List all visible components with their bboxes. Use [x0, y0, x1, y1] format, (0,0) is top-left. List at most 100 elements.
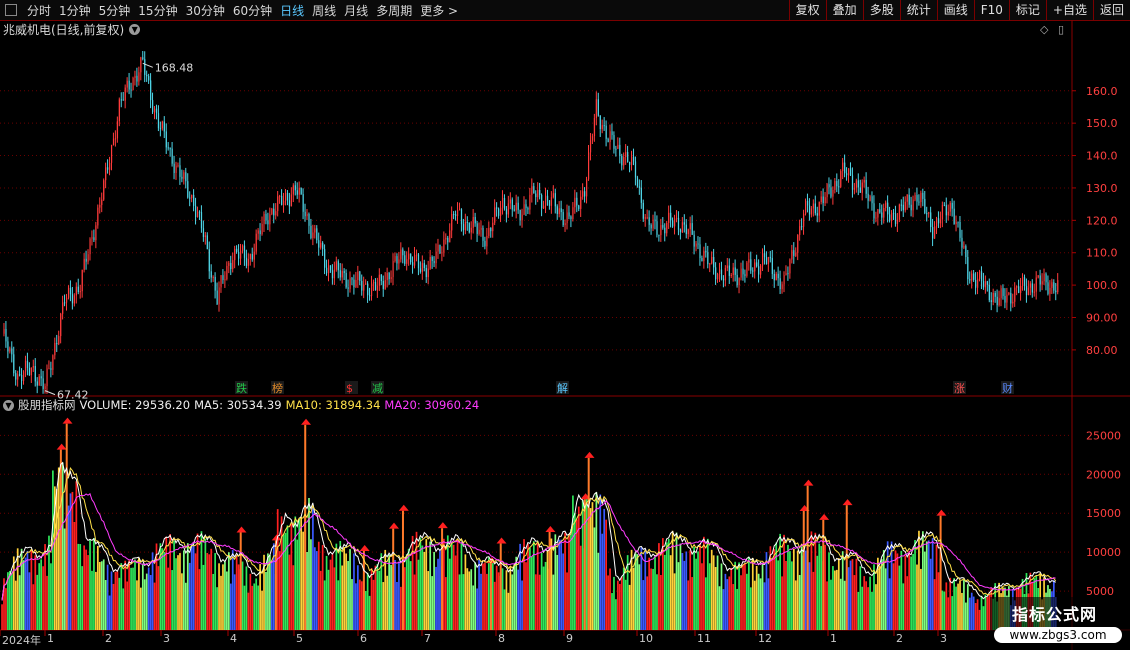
volume-bar [763, 582, 766, 630]
volume-bar [269, 554, 271, 630]
volume-spike [65, 423, 68, 630]
volume-bar [607, 575, 609, 630]
candle-body [928, 212, 930, 214]
volume-bar [689, 550, 692, 630]
volume-bar [544, 561, 547, 630]
candle-body [36, 381, 38, 386]
candle-body [865, 179, 867, 194]
volume-bar [218, 563, 220, 630]
candle-body [836, 181, 838, 187]
spike-arrow-icon [545, 525, 556, 532]
volume-bar [931, 538, 934, 630]
candle-body [969, 279, 971, 281]
candle-body [439, 244, 441, 254]
volume-bar [114, 571, 117, 630]
candle-body [417, 254, 420, 269]
volume-bar [91, 570, 93, 630]
volume-bar [509, 567, 512, 630]
candle-body [107, 167, 109, 170]
volume-bar [837, 558, 840, 630]
volume-bar [235, 556, 238, 630]
candle-body [662, 225, 664, 228]
watermark: 指标公式网 www.zbgs3.com [990, 597, 1130, 650]
candle-body [243, 245, 246, 258]
price-volume-chart[interactable]: 160.0 150.0 140.0 130.0 120.0 110.0 100.0 90.00… [0, 0, 1130, 650]
candle-body [722, 278, 725, 281]
volume-bar [597, 552, 600, 630]
candle-body [793, 250, 795, 256]
volume-bar [820, 546, 823, 630]
volume-bar [253, 583, 256, 630]
candle-body [550, 197, 553, 206]
volume-bar [292, 565, 295, 630]
volume-bar [124, 560, 127, 630]
candle-body [378, 274, 381, 286]
volume-bar [888, 578, 891, 630]
candle-body [967, 257, 969, 280]
candle-body [58, 336, 60, 345]
candle-body [163, 121, 165, 132]
candle-body [1033, 291, 1035, 293]
volume-bar [431, 576, 433, 630]
event-marker: 榜 [272, 381, 283, 395]
volume-spike [239, 532, 242, 630]
volume-bar [212, 573, 215, 630]
candle-body [347, 287, 349, 289]
candle-body [531, 186, 533, 195]
volume-spike [489, 563, 492, 630]
volume-bar [640, 547, 643, 630]
candle-body [912, 199, 914, 211]
candle-body [482, 227, 484, 241]
candle-body [715, 267, 717, 280]
candle-body [939, 219, 942, 224]
candle-body [148, 76, 150, 81]
volume-bar [161, 548, 164, 630]
volume-settings-icon[interactable]: ▼ [3, 399, 14, 411]
spike-arrow-icon [819, 513, 830, 520]
volume-bar [296, 539, 299, 630]
candle-body [26, 360, 29, 368]
candle-body [515, 202, 517, 211]
volume-bar [46, 575, 48, 630]
volume-bar [284, 532, 287, 630]
volume-bar [525, 562, 527, 630]
volume-bar [575, 519, 578, 630]
volume-bar [464, 554, 467, 630]
candle-body [396, 256, 398, 264]
candle-body [494, 207, 496, 223]
volume-bar [624, 579, 627, 630]
x-axis-label: 3 [163, 632, 170, 645]
volume-bar [693, 546, 695, 630]
volume-bar [128, 560, 130, 630]
volume-bar [695, 558, 697, 630]
candle-body [21, 374, 23, 381]
volume-bar [816, 555, 819, 630]
volume-bar [136, 580, 138, 630]
volume-bar [861, 586, 864, 630]
candle-body [136, 75, 138, 82]
candle-body [879, 209, 881, 213]
volume-bar [906, 576, 909, 630]
candle-body [691, 223, 693, 235]
candle-body [327, 265, 330, 274]
volume-bar [351, 579, 353, 630]
candle-body [388, 272, 390, 280]
volume-bar [333, 567, 336, 630]
candle-body [410, 253, 412, 263]
candle-body [357, 271, 359, 281]
volume-bar [339, 540, 342, 630]
candle-body [437, 244, 439, 252]
volume-bar [722, 589, 725, 630]
candle-body [1031, 283, 1033, 293]
candle-body [294, 185, 296, 191]
candle-body [398, 259, 400, 264]
candle-body [519, 209, 521, 221]
volume-bar [63, 528, 66, 630]
candle-body [255, 233, 257, 252]
candle-body [455, 214, 457, 217]
volume-bar [767, 578, 770, 630]
volume-spike [59, 449, 62, 630]
volume-bar [519, 543, 521, 630]
candle-body [142, 57, 144, 60]
candle-body [335, 261, 338, 270]
